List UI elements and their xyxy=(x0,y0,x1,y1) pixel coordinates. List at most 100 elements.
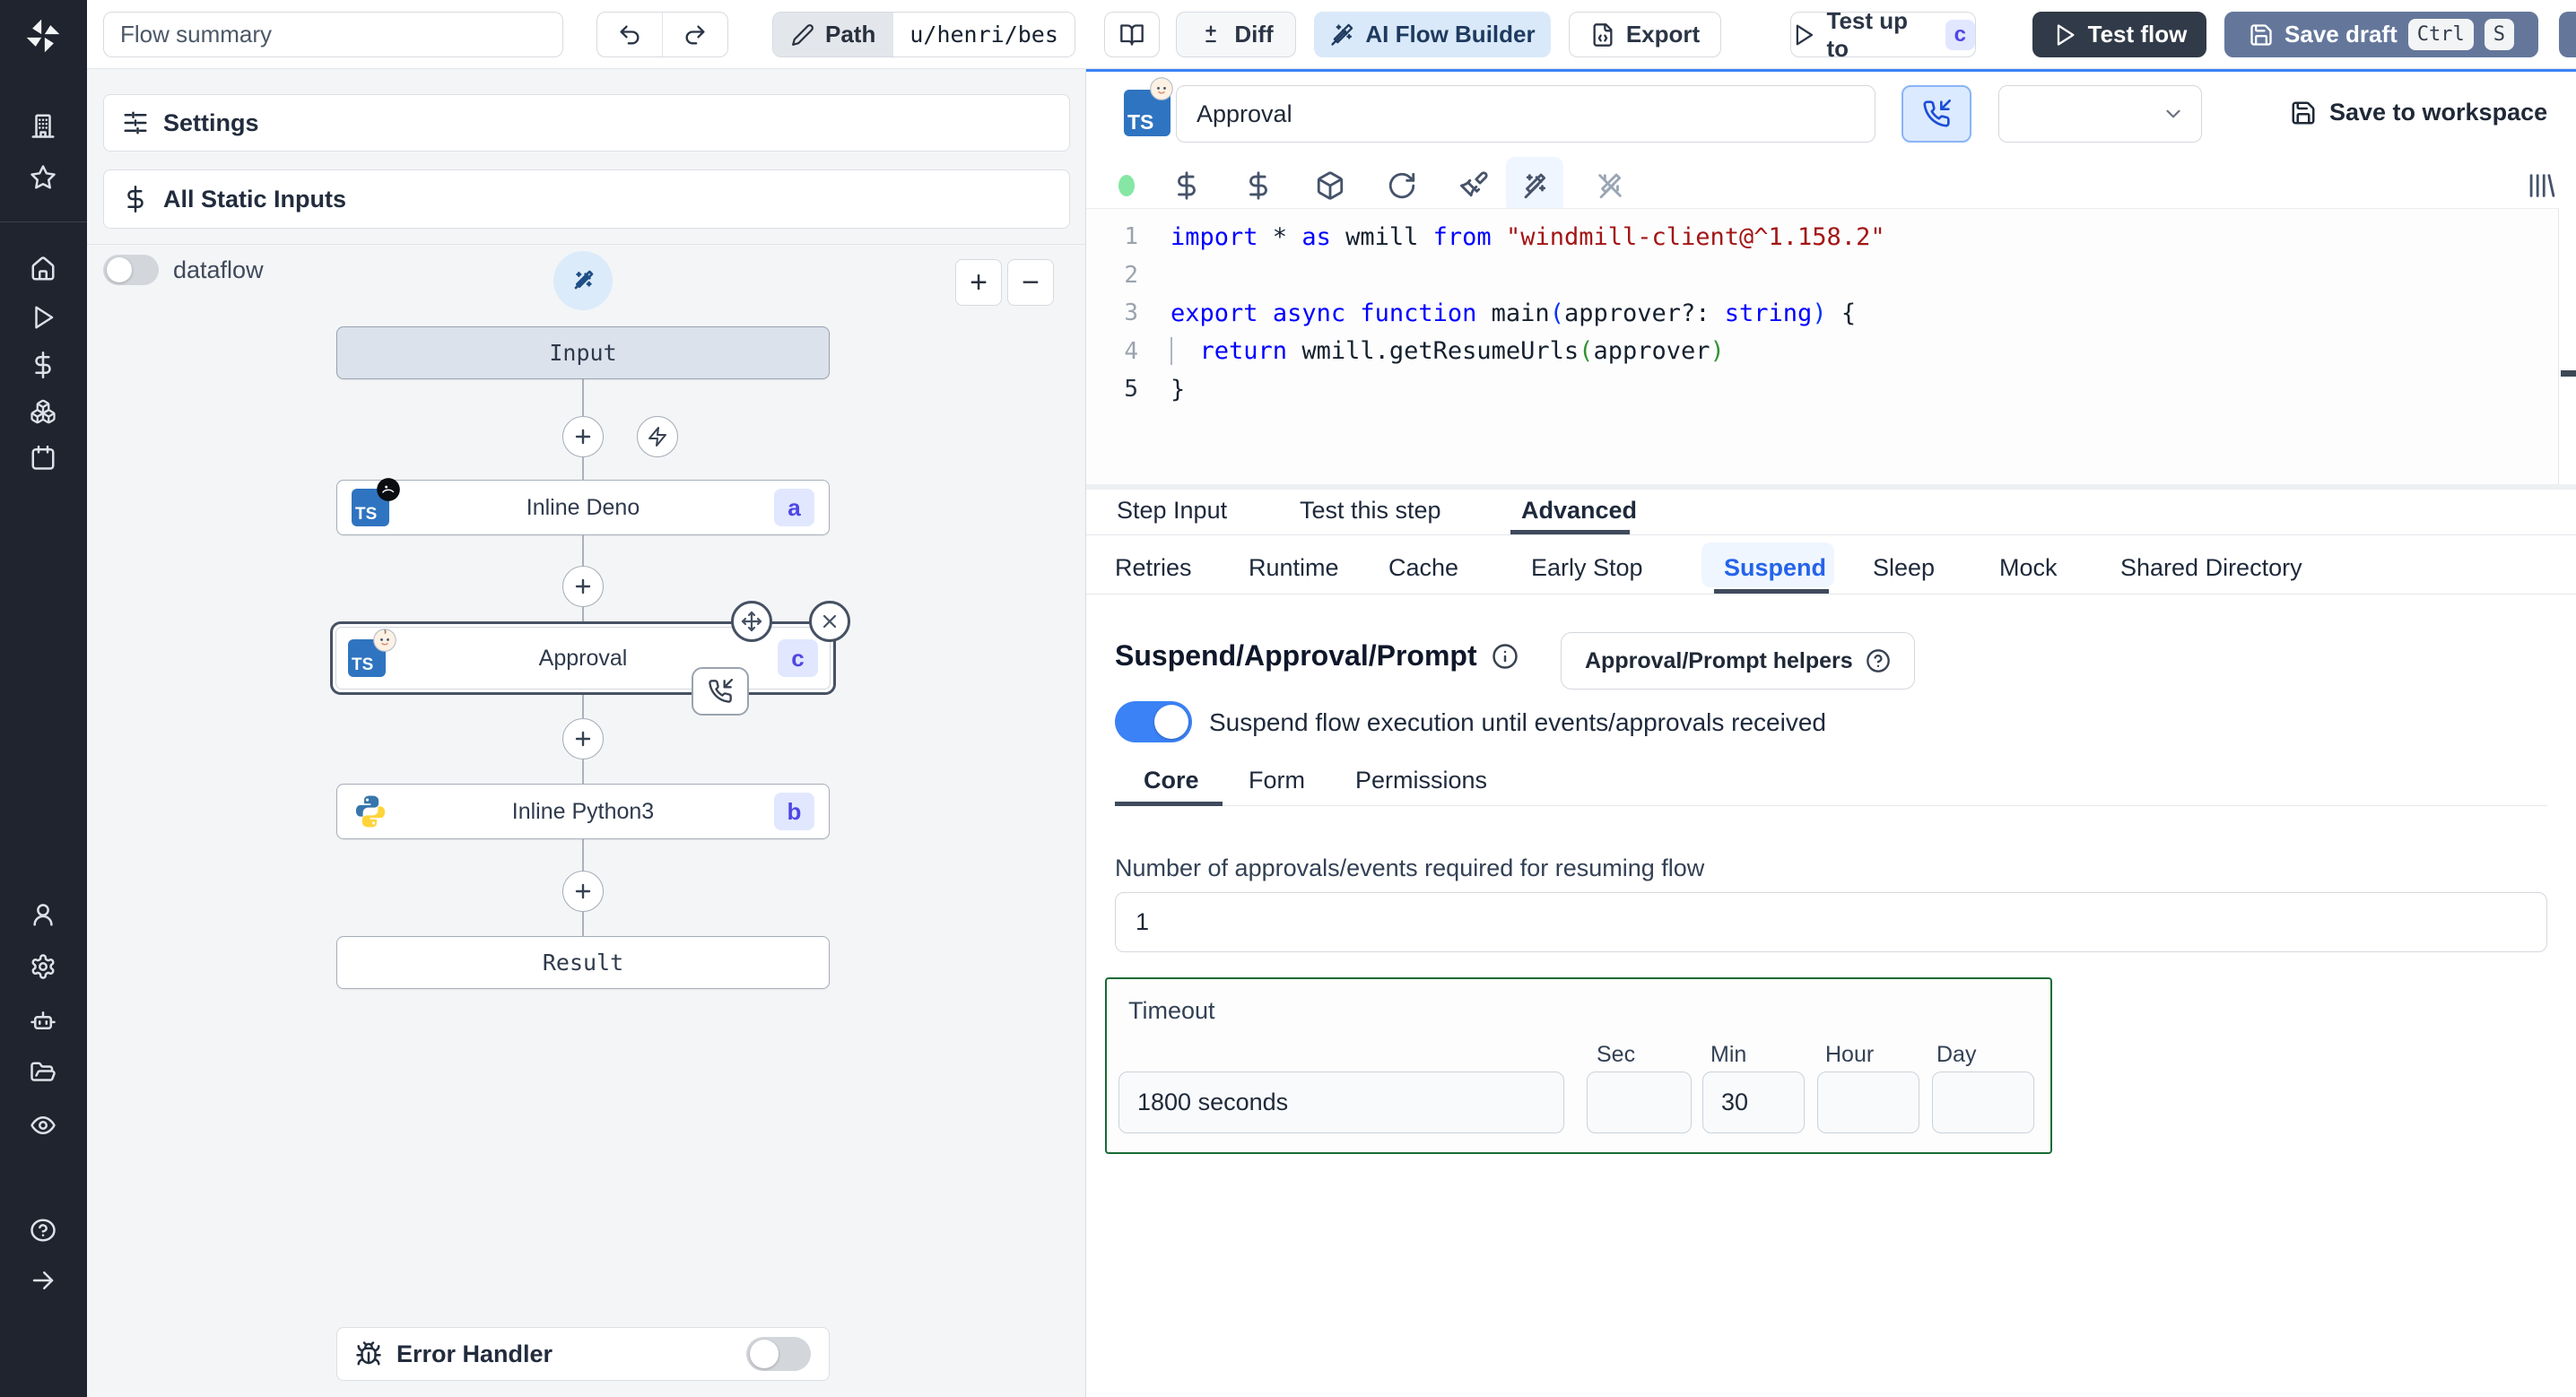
step-name-input[interactable] xyxy=(1176,85,1875,143)
suspend-tab-underline xyxy=(1714,589,1829,594)
home-icon[interactable] xyxy=(30,256,57,282)
delete-node-button[interactable] xyxy=(809,601,850,642)
tab-advanced[interactable]: Advanced xyxy=(1521,497,1637,525)
package-button[interactable] xyxy=(1315,170,1345,201)
suspend-enable-toggle[interactable] xyxy=(1115,701,1192,742)
settings-card-label: Settings xyxy=(163,108,259,136)
zoom-out-button[interactable]: − xyxy=(1007,259,1054,306)
favorites-star-icon[interactable] xyxy=(30,164,57,191)
timeout-total-input[interactable] xyxy=(1118,1072,1564,1133)
kbd-ctrl: Ctrl xyxy=(2407,19,2474,50)
plus-icon xyxy=(575,731,591,747)
input-node-label: Input xyxy=(549,340,617,366)
tab-step-input[interactable]: Step Input xyxy=(1117,497,1227,525)
kbd-s: S xyxy=(2484,19,2514,50)
add-step-button-2[interactable] xyxy=(562,566,604,607)
chevron-down-icon xyxy=(2166,109,2180,118)
play-icon xyxy=(2057,23,2075,46)
editor-overview-ruler[interactable] xyxy=(2558,208,2576,484)
close-icon xyxy=(822,614,837,629)
workspace-building-icon[interactable] xyxy=(30,112,57,139)
tab-sleep[interactable]: Sleep xyxy=(1873,554,1935,582)
format-paintbrush-button[interactable] xyxy=(1458,170,1489,201)
windmill-logo-icon[interactable] xyxy=(23,16,63,56)
add-step-button-3[interactable] xyxy=(562,718,604,759)
schedules-calendar-icon[interactable] xyxy=(30,444,57,471)
audit-eye-icon[interactable] xyxy=(30,1112,57,1139)
tab-core[interactable]: Core xyxy=(1144,767,1199,794)
flow-summary-input[interactable] xyxy=(103,12,563,57)
deploy-button-partial[interactable] xyxy=(2559,12,2576,57)
diff-button[interactable]: Diff xyxy=(1176,12,1296,57)
timeout-hour-input[interactable] xyxy=(1817,1072,1919,1133)
folders-icon[interactable] xyxy=(30,1060,57,1087)
tag-select[interactable] xyxy=(1998,85,2202,143)
library-icon-button[interactable] xyxy=(2525,170,2555,201)
timeout-min-input[interactable] xyxy=(1702,1072,1805,1133)
resources-boxes-icon[interactable] xyxy=(30,398,57,425)
ai-disabled-wand-off-button[interactable] xyxy=(1595,170,1625,201)
code-editor[interactable]: 1 import * as wmill from "windmill-client… xyxy=(1086,208,2558,484)
error-handler-card[interactable]: Error Handler xyxy=(336,1327,830,1381)
runs-play-icon[interactable] xyxy=(30,304,57,331)
tab-early-stop[interactable]: Early Stop xyxy=(1531,554,1643,582)
export-button[interactable]: Export xyxy=(1569,12,1721,57)
test-up-to-button[interactable]: Test up to c xyxy=(1790,7,1976,62)
graph-node-inline-deno[interactable]: TS Inline Deno a xyxy=(336,478,830,535)
add-step-button-1[interactable] xyxy=(562,416,604,457)
add-step-button-4[interactable] xyxy=(562,871,604,912)
tab-cache[interactable]: Cache xyxy=(1388,554,1458,582)
path-button[interactable]: Path xyxy=(773,13,894,56)
undo-button[interactable] xyxy=(597,13,663,56)
play-icon xyxy=(1796,24,1814,45)
reload-button[interactable] xyxy=(1387,170,1417,201)
settings-gear-icon[interactable] xyxy=(30,953,57,980)
timeout-section: Timeout Sec Min Hour Day xyxy=(1105,977,2052,1154)
tab-mock[interactable]: Mock xyxy=(1999,554,2058,582)
tab-permissions[interactable]: Permissions xyxy=(1355,767,1487,794)
move-node-button[interactable] xyxy=(731,601,772,642)
tab-suspend[interactable]: Suspend xyxy=(1724,554,1826,582)
add-trigger-button[interactable] xyxy=(637,416,678,457)
suspend-phone-toggle-button[interactable] xyxy=(1902,85,1971,143)
graph-node-inline-python3[interactable]: Inline Python3 b xyxy=(336,784,830,839)
path-value[interactable]: u/henri/bes xyxy=(893,13,1075,56)
test-flow-button[interactable]: Test flow xyxy=(2032,12,2206,57)
panel-divider xyxy=(87,244,1086,245)
graph-node-result[interactable]: Result xyxy=(336,936,830,989)
workers-bot-icon[interactable] xyxy=(30,1007,57,1034)
variables-dollar-icon[interactable] xyxy=(30,351,57,378)
timeout-sec-input[interactable] xyxy=(1587,1072,1692,1133)
expand-arrow-icon[interactable] xyxy=(30,1267,57,1294)
file-code-icon xyxy=(1593,22,1613,47)
add-variable-button[interactable] xyxy=(1171,170,1202,201)
tab-retries[interactable]: Retries xyxy=(1115,554,1192,582)
approval-phone-indicator[interactable] xyxy=(692,667,749,716)
redo-button[interactable] xyxy=(663,13,728,56)
docs-button[interactable] xyxy=(1104,12,1160,57)
save-draft-button[interactable]: Save draft Ctrl S xyxy=(2224,12,2538,57)
dataflow-toggle[interactable] xyxy=(103,255,159,285)
graph-node-input[interactable]: Input xyxy=(336,326,830,379)
tab-runtime[interactable]: Runtime xyxy=(1249,554,1339,582)
ai-assist-wand-button[interactable] xyxy=(1519,170,1550,201)
tab-test-this-step[interactable]: Test this step xyxy=(1300,497,1441,525)
add-resource-button[interactable] xyxy=(1243,170,1274,201)
error-handler-toggle[interactable] xyxy=(746,1337,811,1371)
info-icon[interactable] xyxy=(1492,643,1519,670)
save-to-workspace-button[interactable]: Save to workspace xyxy=(2290,99,2547,126)
ai-flow-builder-button[interactable]: AI Flow Builder xyxy=(1314,12,1551,57)
zoom-in-button[interactable]: + xyxy=(955,259,1002,306)
tab-shared-directory[interactable]: Shared Directory xyxy=(2120,554,2302,582)
all-static-inputs-card[interactable]: All Static Inputs xyxy=(103,169,1070,229)
flow-settings-card[interactable]: Settings xyxy=(103,94,1070,152)
approval-prompt-helpers-button[interactable]: Approval/Prompt helpers xyxy=(1561,632,1915,690)
graph-node-approval-selected[interactable]: TS Approval c xyxy=(330,601,850,716)
ai-graph-wand-button[interactable] xyxy=(553,251,613,310)
approvals-count-input[interactable] xyxy=(1115,892,2547,952)
timeout-min-label: Min xyxy=(1710,1042,1747,1067)
help-icon[interactable] xyxy=(30,1217,57,1244)
timeout-day-input[interactable] xyxy=(1932,1072,2034,1133)
user-icon[interactable] xyxy=(30,901,57,928)
tab-form[interactable]: Form xyxy=(1249,767,1305,794)
